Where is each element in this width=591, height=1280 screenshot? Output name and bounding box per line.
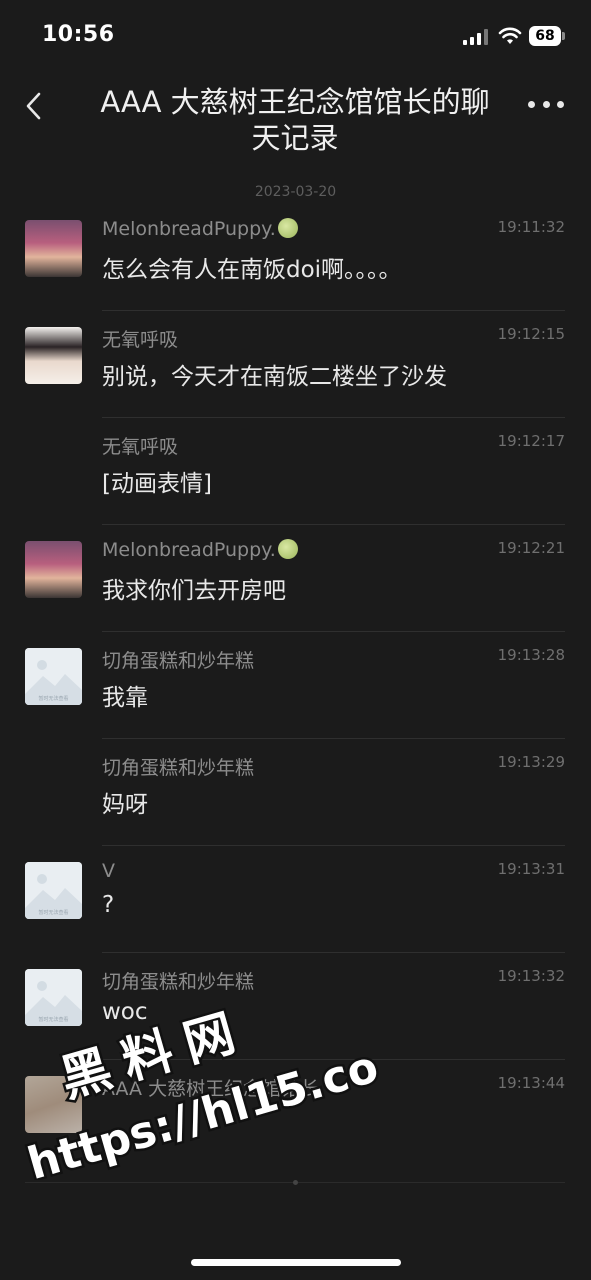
chat-header: AAA 大慈树王纪念馆馆长的聊天记录 [0,72,591,172]
melon-emoji-icon [277,218,298,238]
chat-message[interactable]: 暂时无法查看 V 19:13:31 ? [0,846,591,953]
avatar-placeholder[interactable]: 暂时无法查看 [25,862,82,919]
message-time: 19:13:44 [497,1074,565,1092]
avatar[interactable] [25,541,82,598]
more-options-icon[interactable] [528,98,564,110]
chat-message[interactable]: 无氧呼吸 19:12:17 [动画表情] [0,418,591,525]
placeholder-caption: 暂时无法查看 [38,909,68,916]
cellular-signal-icon [463,29,489,45]
status-time: 10:56 [42,22,115,47]
message-text: 妈呀 [102,792,148,818]
message-text: 我求你们去开房吧 [102,578,286,604]
message-text: 怎么会有人在南饭doi啊。。。。 [102,257,402,283]
sender-name: 切角蛋糕和炒年糕 [102,650,255,672]
battery-tip [562,32,565,40]
message-text: 我靠 [102,685,148,711]
melon-emoji-icon [277,539,298,559]
battery-icon: 68 [529,26,561,46]
sender-name: MelonbreadPuppy. [102,218,298,240]
placeholder-caption: 暂时无法查看 [38,695,68,702]
image-placeholder-icon: 暂时无法查看 [25,969,82,1026]
message-time: 19:13:31 [497,860,565,878]
chat-message[interactable]: 无氧呼吸 19:12:15 别说，今天才在南饭二楼坐了沙发 [0,311,591,418]
message-time: 19:12:15 [497,325,565,343]
image-placeholder-icon: 暂时无法查看 [25,862,82,919]
message-time: 19:12:17 [497,432,565,450]
sender-name: V [102,860,115,882]
avatar-placeholder[interactable]: 暂时无法查看 [25,648,82,705]
message-time: 19:13:28 [497,646,565,664]
avatar[interactable] [25,327,82,384]
avatar[interactable] [25,220,82,277]
avatar-placeholder[interactable]: 暂时无法查看 [25,969,82,1026]
back-arrow-icon[interactable] [20,88,50,124]
status-bar: 10:56 68 [0,0,591,70]
sender-name: 切角蛋糕和炒年糕 [102,971,255,993]
message-text: woc [102,999,148,1025]
avatar[interactable] [25,1076,82,1133]
image-placeholder-icon: 暂时无法查看 [25,648,82,705]
sender-name: 无氧呼吸 [102,436,179,458]
message-text: ? [102,892,115,918]
page-title: AAA 大慈树王纪念馆馆长的聊天记录 [100,85,490,155]
sender-name: MelonbreadPuppy. [102,539,298,561]
home-indicator[interactable] [191,1259,401,1266]
sender-name: 切角蛋糕和炒年糕 [102,757,255,779]
wifi-icon [498,27,522,44]
chat-message[interactable]: 切角蛋糕和炒年糕 19:13:29 妈呀 [0,739,591,846]
message-time: 19:12:21 [497,539,565,557]
chat-message[interactable]: MelonbreadPuppy. 19:12:21 我求你们去开房吧 [0,525,591,632]
message-text: 别说，今天才在南饭二楼坐了沙发 [102,364,447,390]
page-indicator-dot [293,1180,298,1185]
sender-name: 无氧呼吸 [102,329,179,351]
chat-message[interactable]: AAA 大慈树王纪念馆馆长 19:13:44 [0,1060,591,1167]
message-time: 19:13:32 [497,967,565,985]
message-text: [动画表情] [102,471,212,497]
chat-message[interactable]: 暂时无法查看 切角蛋糕和炒年糕 19:13:28 我靠 [0,632,591,739]
sender-name: AAA 大慈树王纪念馆馆长 [102,1078,320,1100]
message-time: 19:13:29 [497,753,565,771]
date-separator: 2023-03-20 [254,184,337,200]
message-time: 19:11:32 [497,218,565,236]
placeholder-caption: 暂时无法查看 [38,1016,68,1023]
chat-message[interactable]: 暂时无法查看 切角蛋糕和炒年糕 19:13:32 woc [0,953,591,1060]
chat-message[interactable]: MelonbreadPuppy. 19:11:32 怎么会有人在南饭doi啊。。… [0,204,591,311]
